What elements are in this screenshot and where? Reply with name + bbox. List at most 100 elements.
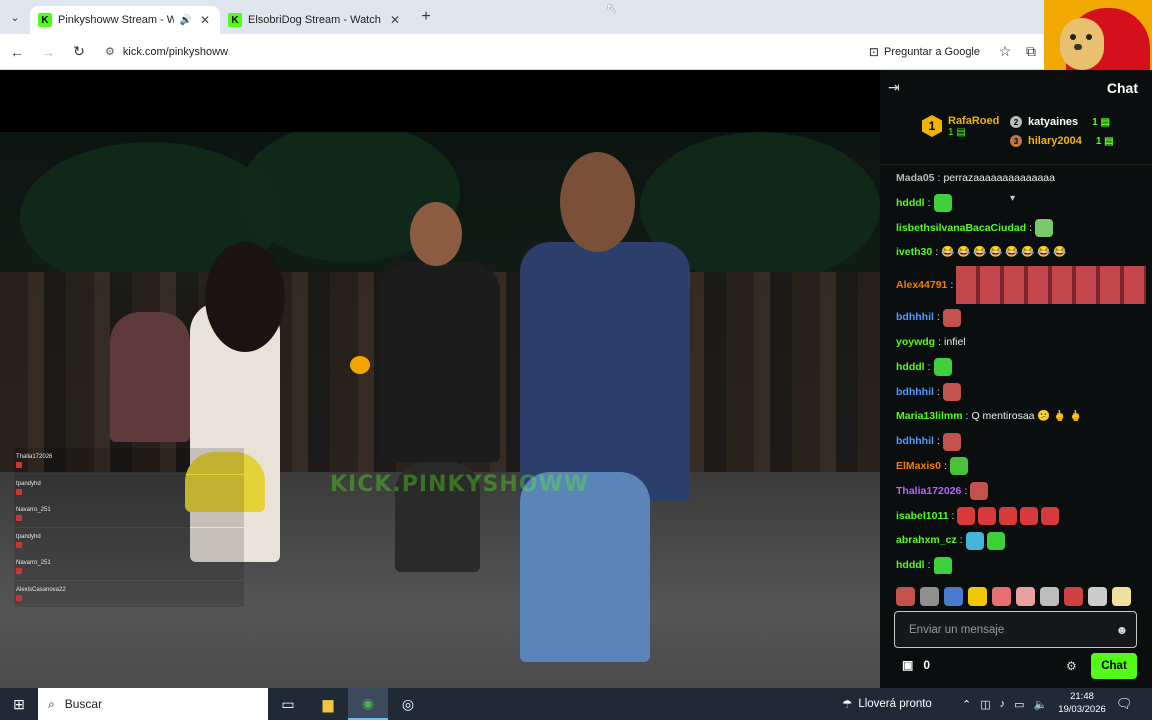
emoji-picker-icon[interactable]: ☻ xyxy=(1108,623,1136,637)
forward-button[interactable]: → xyxy=(34,38,62,66)
start-button[interactable]: ⊞ xyxy=(0,688,38,720)
search-icon: ⌕ xyxy=(48,696,55,711)
address-bar[interactable]: ⚙ kick.com/pinkyshoww xyxy=(99,38,861,66)
overlay-chat-row: tpandyhd xyxy=(14,527,244,554)
collapse-chat-icon[interactable]: ⇥ xyxy=(888,79,900,96)
quick-emote-icon[interactable] xyxy=(1040,586,1059,606)
chat-message: abrahxm_cz: xyxy=(896,528,1146,553)
quick-emote-icon[interactable] xyxy=(968,586,987,606)
quick-emote-icon[interactable] xyxy=(992,586,1011,606)
chat-message-input[interactable] xyxy=(909,623,1108,636)
task-view-icon[interactable]: ▭ xyxy=(268,688,308,720)
volume-icon[interactable]: 🔈 xyxy=(1034,698,1048,711)
overlay-chat-row: Navarro_251 xyxy=(14,501,244,527)
chat-username[interactable]: ElMaxis0 xyxy=(896,454,941,479)
emote-grid xyxy=(956,266,1146,305)
emote-icon xyxy=(965,531,984,550)
chat-username[interactable]: Mada05 xyxy=(896,166,935,191)
emote-icon xyxy=(1035,218,1054,237)
windows-taskbar: ⊞ ⌕ Buscar ▭ ▆ ◉ ◎ ☂ Lloverá pronto ⌃ ◫ … xyxy=(0,688,1152,720)
leader-name: hilary2004 xyxy=(1028,135,1082,147)
stream-watermark: KICK.PINKYSHOWW xyxy=(330,472,589,497)
chat-username[interactable]: Thalia172026 xyxy=(896,479,961,504)
close-tab-icon[interactable]: ✕ xyxy=(388,13,402,27)
ask-google-button[interactable]: ⊡ Preguntar a Google xyxy=(861,41,988,63)
ask-google-label: Preguntar a Google xyxy=(883,45,980,58)
quick-emote-icon[interactable] xyxy=(1112,586,1131,606)
chat-username[interactable]: abrahxm_cz xyxy=(896,528,957,553)
site-info-icon[interactable]: ⚙ xyxy=(105,45,115,58)
leader-second[interactable]: 2 katyaines 1 ▤ xyxy=(1010,116,1110,128)
chat-message: Mada05: perrazaaaaaaaaaaaaaa xyxy=(896,166,1146,191)
new-tab-button[interactable]: + xyxy=(412,3,440,31)
bookmark-star-icon[interactable]: ☆ xyxy=(992,39,1018,65)
system-tray: ⌃ ◫ ♪ ▭ 🔈 xyxy=(962,688,1047,720)
chat-username[interactable]: lisbethsilvanaBacaCiudad xyxy=(896,216,1026,241)
video-frame[interactable]: KICK.PINKYSHOWW xyxy=(0,132,880,698)
quick-emote-icon[interactable] xyxy=(896,586,915,606)
chat-username[interactable]: iveth30 xyxy=(896,240,932,265)
close-tab-icon[interactable]: ✕ xyxy=(198,13,212,27)
back-button[interactable]: ← xyxy=(3,38,31,66)
chat-text: infiel xyxy=(944,335,966,348)
network-icon[interactable]: ▭ xyxy=(1014,698,1024,711)
quick-emote-icon[interactable] xyxy=(944,586,963,606)
chat-username[interactable]: hdddl xyxy=(896,553,925,574)
taskbar-search[interactable]: ⌕ Buscar xyxy=(38,688,268,720)
leader-first[interactable]: 1 RafaRoed 1 ▤ xyxy=(922,115,999,138)
store-icon: ▣ xyxy=(902,658,914,672)
tab-pinkyshoww[interactable]: K Pinkyshoww Stream - Watch 🔊 ✕ xyxy=(30,6,220,34)
chat-text: Q mentirosaa 😕 🖕 🖕 xyxy=(971,410,1083,423)
chat-message: bdhhhil: xyxy=(896,305,1146,330)
chat-username[interactable]: hdddl xyxy=(896,355,925,380)
extensions-icon[interactable]: ⧉ xyxy=(1018,39,1044,65)
overlay-chat-row: Thalia172026 xyxy=(14,448,244,474)
rank-badge: 2 xyxy=(1010,116,1022,128)
obs-icon[interactable]: ◎ xyxy=(388,688,428,720)
chat-username[interactable]: Maria13lilmm xyxy=(896,404,963,429)
kick-favicon-icon: K xyxy=(228,13,242,27)
tab-search-button[interactable]: ⌄ xyxy=(0,0,30,34)
chat-username[interactable]: yoywdg xyxy=(896,330,935,355)
weather-widget[interactable]: ☂ Lloverá pronto xyxy=(842,688,932,720)
chat-messages: Mada05: perrazaaaaaaaaaaaaaa hdddl: lisbeth… xyxy=(896,166,1146,574)
quick-emote-icon[interactable] xyxy=(1088,586,1107,606)
emote-icon xyxy=(933,556,952,574)
quick-emote-icon[interactable] xyxy=(1016,586,1035,606)
gift-leaderboard: 1 RafaRoed 1 ▤ 2 katyaines 1 ▤ 3 hilary2… xyxy=(880,107,1152,204)
leader-count: 1 ▤ xyxy=(1092,116,1110,128)
speaker-icon[interactable]: 🔊 xyxy=(180,15,192,26)
chevron-up-icon[interactable]: ⌃ xyxy=(962,698,971,711)
chat-username[interactable]: Alex44791 xyxy=(896,265,947,305)
video-player[interactable]: KICK.PINKYSHOWW Thalia172026 tpandyhd Na… xyxy=(0,70,880,698)
overlay-chat-row: tpandyhd xyxy=(14,474,244,501)
chat-input-box[interactable]: ☻ xyxy=(894,611,1137,648)
chat-username[interactable]: isabel1011 xyxy=(896,504,949,529)
camera-icon[interactable]: ◫ xyxy=(980,698,990,711)
chat-username[interactable]: hdddl xyxy=(896,191,925,216)
leader-third[interactable]: 3 hilary2004 1 ▤ xyxy=(1010,135,1114,147)
clock-time: 21:48 xyxy=(1070,691,1094,702)
emote-icon xyxy=(933,194,952,213)
reload-button[interactable]: ↻ xyxy=(65,38,93,66)
taskbar-clock[interactable]: 21:48 19/03/2026 xyxy=(1052,690,1112,716)
send-chat-button[interactable]: Chat xyxy=(1091,653,1137,679)
quick-emote-icon[interactable] xyxy=(1064,586,1083,606)
chevron-down-icon: ⌄ xyxy=(10,11,20,24)
tab-elsobridog[interactable]: K ElsobriDog Stream - Watch Live ✕ xyxy=(220,6,410,34)
kick-favicon-icon: K xyxy=(38,13,52,27)
chat-username[interactable]: bdhhhil xyxy=(896,380,934,405)
microphone-icon[interactable]: ♪ xyxy=(1000,698,1006,710)
leader-count: 1 ▤ xyxy=(1095,135,1114,147)
chat-username[interactable]: bdhhhil xyxy=(896,305,934,330)
quick-emote-icon[interactable] xyxy=(920,586,939,606)
emote-icon xyxy=(978,506,997,525)
chrome-icon[interactable]: ◉ xyxy=(348,688,388,720)
file-explorer-icon[interactable]: ▆ xyxy=(308,688,348,720)
channel-points[interactable]: ▣ 0 xyxy=(902,658,930,672)
chat-message: iveth30: 😂 😂 😂 😂 😂 😂 😂 😂 xyxy=(896,240,1146,265)
chat-settings-icon[interactable]: ⚙ xyxy=(1066,659,1077,673)
chat-title: Chat xyxy=(1106,80,1138,96)
notifications-icon[interactable]: 🗨 xyxy=(1116,696,1133,712)
chat-username[interactable]: bdhhhil xyxy=(896,429,934,454)
